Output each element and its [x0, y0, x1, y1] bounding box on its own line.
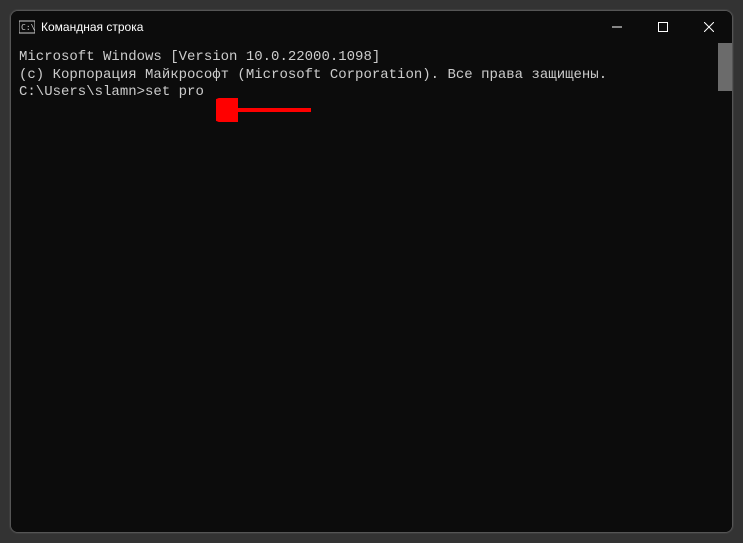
svg-text:C:\: C:\	[21, 23, 35, 32]
terminal-area[interactable]: Microsoft Windows [Version 10.0.22000.10…	[11, 43, 732, 532]
cmd-icon: C:\	[19, 19, 35, 35]
vertical-scrollbar[interactable]	[718, 43, 732, 91]
close-button[interactable]	[686, 11, 732, 43]
command-prompt-window: C:\ Командная строка Microsoft Windows […	[10, 10, 733, 533]
typed-command: set pro	[145, 84, 204, 102]
prompt-line: C:\Users\slamn>set pro	[19, 84, 724, 102]
copyright-line: (c) Корпорация Майкрософт (Microsoft Cor…	[19, 67, 724, 85]
window-title: Командная строка	[41, 20, 594, 34]
annotation-arrow-icon	[216, 98, 316, 122]
version-line: Microsoft Windows [Version 10.0.22000.10…	[19, 49, 724, 67]
minimize-button[interactable]	[594, 11, 640, 43]
maximize-button[interactable]	[640, 11, 686, 43]
prompt-path: C:\Users\slamn>	[19, 84, 145, 102]
window-controls	[594, 11, 732, 43]
titlebar[interactable]: C:\ Командная строка	[11, 11, 732, 43]
